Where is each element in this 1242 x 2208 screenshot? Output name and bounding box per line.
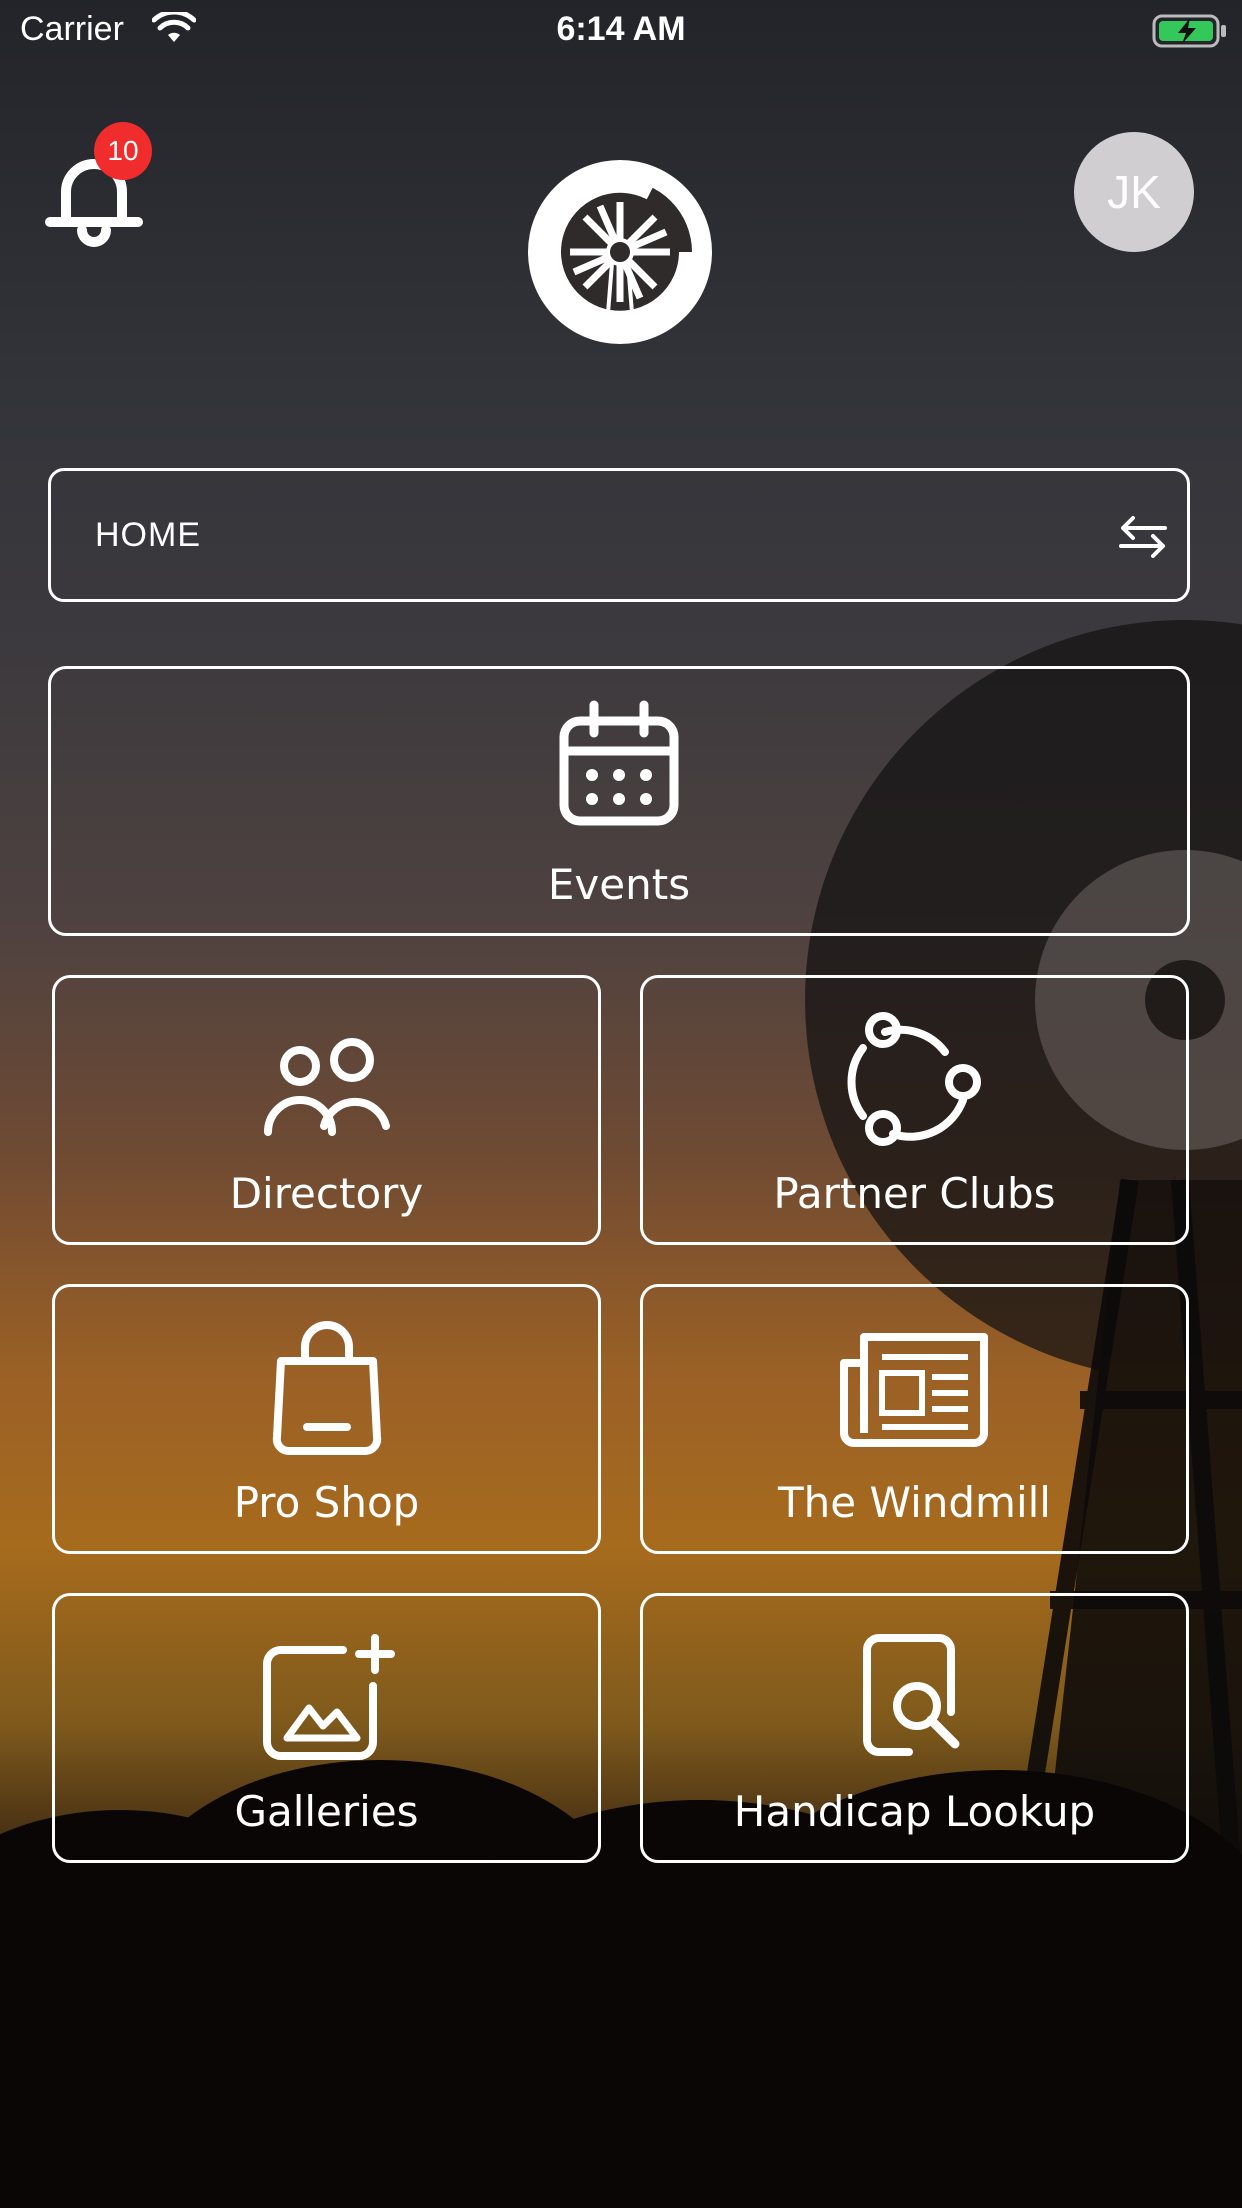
add-image-icon bbox=[262, 1634, 395, 1760]
user-avatar[interactable]: JK bbox=[1074, 132, 1194, 252]
events-label: Events bbox=[547, 860, 691, 909]
club-selector[interactable]: HOME bbox=[48, 468, 1190, 602]
newspaper-icon bbox=[839, 1333, 988, 1447]
swap-arrows-icon[interactable] bbox=[1117, 515, 1169, 559]
club-logo-windmill bbox=[528, 160, 712, 344]
events-tile[interactable]: Events bbox=[48, 666, 1190, 936]
notification-count-badge: 10 bbox=[94, 122, 152, 180]
search-document-icon bbox=[862, 1634, 959, 1756]
partner-clubs-label: Partner Clubs bbox=[773, 1169, 1056, 1218]
directory-label: Directory bbox=[229, 1169, 424, 1218]
galleries-label: Galleries bbox=[234, 1787, 419, 1836]
users-icon bbox=[263, 1038, 390, 1136]
pro-shop-label: Pro Shop bbox=[233, 1478, 420, 1527]
partner-clubs-tile[interactable]: Partner Clubs bbox=[640, 975, 1189, 1245]
handicap-lookup-tile[interactable]: Handicap Lookup bbox=[640, 1593, 1189, 1863]
status-bar: Carrier 6:14 AM bbox=[0, 0, 1242, 62]
pro-shop-tile[interactable]: Pro Shop bbox=[52, 1284, 601, 1554]
shopping-bag-icon bbox=[272, 1321, 381, 1455]
the-windmill-label: The Windmill bbox=[778, 1478, 1051, 1527]
the-windmill-tile[interactable]: The Windmill bbox=[640, 1284, 1189, 1554]
directory-tile[interactable]: Directory bbox=[52, 975, 601, 1245]
galleries-tile[interactable]: Galleries bbox=[52, 1593, 601, 1863]
connections-icon bbox=[847, 1012, 981, 1146]
battery-icon bbox=[1152, 14, 1226, 48]
handicap-lookup-label: Handicap Lookup bbox=[733, 1787, 1096, 1836]
clock: 6:14 AM bbox=[556, 10, 686, 48]
club-selector-label: HOME bbox=[95, 516, 201, 554]
calendar-icon bbox=[559, 700, 679, 826]
